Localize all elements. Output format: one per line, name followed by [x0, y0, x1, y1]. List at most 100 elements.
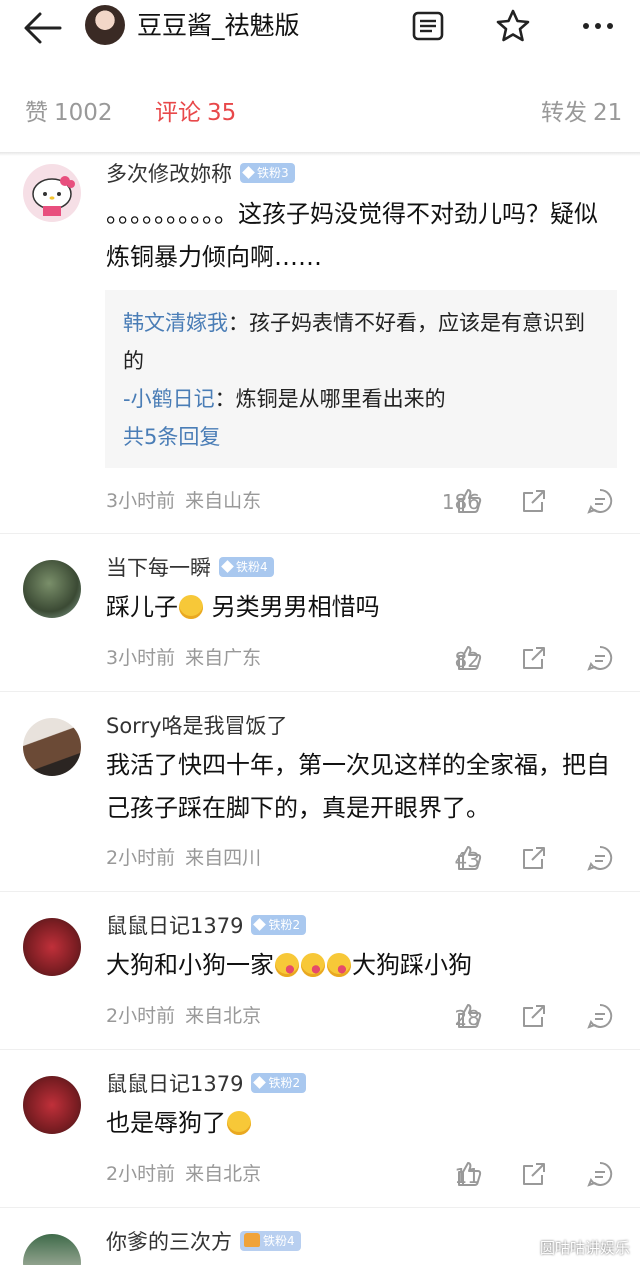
share-icon[interactable] [520, 487, 548, 515]
text-segment: 另类男男相惜吗 [204, 593, 380, 621]
thumbs-up-icon[interactable] [455, 487, 483, 515]
back-arrow-icon[interactable] [20, 8, 64, 48]
share-icon[interactable] [520, 1002, 548, 1030]
badge-label: 铁粉4 [263, 1234, 295, 1248]
text-segment: 大狗踩小狗 [352, 951, 472, 979]
reply-icon[interactable] [586, 1002, 614, 1030]
comment-author[interactable]: 你爹的三次方 铁粉4 [106, 1228, 301, 1256]
avatar[interactable] [23, 560, 81, 618]
reply-icon[interactable] [586, 844, 614, 872]
comment-meta: 2小时前 来自北京 [106, 1161, 261, 1187]
crying-laughing-emoji-icon [227, 1111, 251, 1135]
location: 来自山东 [185, 490, 262, 512]
comment-author[interactable]: Sorry咯是我冒饭了 [106, 712, 288, 740]
reply-item: -小鹤日记：炼铜是从哪里看出来的 [123, 380, 599, 418]
share-icon[interactable] [520, 644, 548, 672]
fan-badge: 铁粉3 [240, 163, 295, 183]
star-icon[interactable] [493, 6, 533, 46]
fan-badge: 铁粉4 [240, 1231, 301, 1251]
more-replies-link[interactable]: 共5条回复 [123, 418, 599, 456]
reply-author[interactable]: 韩文清嫁我 [123, 311, 228, 335]
tab-count: 35 [207, 100, 237, 126]
comment-author[interactable]: 鼠鼠日记1379 铁粉2 [106, 912, 307, 940]
reply-box[interactable]: 韩文清嫁我：孩子妈表情不好看，应该是有意识到的 -小鹤日记：炼铜是从哪里看出来的… [105, 290, 617, 468]
more-icon[interactable] [578, 6, 618, 46]
avatar[interactable] [23, 1076, 81, 1134]
comment-meta: 3小时前 来自山东 [106, 488, 261, 514]
comment-text: 我活了快四十年，第一次见这样的全家福，把自己孩子踩在脚下的，真是开眼界了。 [106, 751, 610, 822]
reply-text: ：炼铜是从哪里看出来的 [214, 387, 446, 411]
reply-icon[interactable] [586, 487, 614, 515]
reply-icon[interactable] [586, 644, 614, 672]
kiss-emoji-icon [327, 953, 351, 977]
thumbs-up-icon[interactable] [455, 1002, 483, 1030]
kiss-emoji-icon [275, 953, 299, 977]
avatar[interactable] [85, 5, 125, 45]
diamond-icon [242, 166, 255, 179]
tab-label: 转发 [541, 100, 587, 126]
share-icon[interactable] [520, 1160, 548, 1188]
comment-item: Sorry咯是我冒饭了 我活了快四十年，第一次见这样的全家福，把自己孩子踩在脚下… [0, 692, 640, 892]
laughing-emoji-icon [179, 595, 203, 619]
tab-label: 赞 [25, 100, 48, 126]
author-name: 你爹的三次方 [106, 1230, 232, 1254]
reply-item: 韩文清嫁我：孩子妈表情不好看，应该是有意识到的 [123, 304, 599, 380]
location: 来自广东 [185, 647, 262, 669]
comment-meta: 2小时前 来自北京 [106, 1003, 261, 1029]
tab-label: 评论 [155, 100, 201, 126]
thumbs-up-icon[interactable] [455, 844, 483, 872]
location: 来自北京 [185, 1005, 262, 1027]
location: 来自四川 [185, 847, 262, 869]
diamond-icon [253, 918, 267, 931]
badge-label: 铁粉2 [268, 1076, 301, 1090]
comment-author[interactable]: 多次修改妳称 铁粉3 [106, 160, 295, 188]
notes-icon[interactable] [408, 6, 448, 46]
comment-text: 。。。。。。。。。。这孩子妈没觉得不对劲儿吗？疑似炼铜暴力倾向啊…… [106, 200, 598, 271]
watermark: 圆咕咕讲娱乐 [539, 1239, 630, 1257]
page-title: 豆豆酱_祛魅版 [137, 11, 300, 40]
tab-reposts[interactable]: 转发 21 [541, 88, 622, 138]
text-segment: 也是辱狗了 [106, 1109, 226, 1137]
text-segment: 踩儿子 [106, 593, 178, 621]
author-name: Sorry咯是我冒饭了 [106, 714, 288, 738]
fan-badge: 铁粉2 [251, 915, 307, 935]
comment-item: 当下每一瞬 铁粉4 踩儿子 另类男男相惜吗 3小时前 来自广东 82 [0, 534, 640, 692]
tab-count: 1002 [54, 100, 113, 126]
reply-icon[interactable] [586, 1160, 614, 1188]
avatar[interactable] [23, 164, 81, 222]
timestamp: 3小时前 [106, 490, 176, 512]
timestamp: 2小时前 [106, 847, 176, 869]
fan-badge: 铁粉2 [251, 1073, 307, 1093]
comment-author[interactable]: 当下每一瞬 铁粉4 [106, 554, 274, 582]
thumbs-up-icon[interactable] [455, 1160, 483, 1188]
timestamp: 2小时前 [106, 1163, 176, 1185]
comment-meta: 3小时前 来自广东 [106, 645, 261, 671]
tab-likes[interactable]: 赞 1002 [25, 88, 113, 138]
comment-item: 多次修改妳称 铁粉3 。。。。。。。。。。这孩子妈没觉得不对劲儿吗？疑似炼铜暴力倾… [0, 156, 640, 534]
badge-label: 铁粉2 [268, 918, 301, 932]
diamond-icon [253, 1076, 267, 1089]
comment-item: 鼠鼠日记1379 铁粉2 大狗和小狗一家 大狗踩小狗 2小时前 来自北京 28 [0, 892, 640, 1050]
avatar[interactable] [23, 1234, 81, 1265]
timestamp: 2小时前 [106, 1005, 176, 1027]
avatar[interactable] [23, 718, 81, 776]
comment-text: 踩儿子 另类男男相惜吗 [106, 586, 616, 629]
comment-meta: 2小时前 来自四川 [106, 845, 261, 871]
author-name: 多次修改妳称 [106, 162, 232, 186]
author-name: 鼠鼠日记1379 [106, 914, 244, 938]
comment-author[interactable]: 鼠鼠日记1379 铁粉2 [106, 1070, 307, 1098]
comment-item: 鼠鼠日记1379 铁粉2 也是辱狗了 2小时前 来自北京 11 [0, 1050, 640, 1208]
fan-badge: 铁粉4 [219, 557, 274, 577]
location: 来自北京 [185, 1163, 262, 1185]
tab-comments[interactable]: 评论 35 [155, 88, 236, 138]
comment-text: 也是辱狗了 [106, 1102, 616, 1145]
reply-author[interactable]: -小鹤日记 [123, 387, 215, 411]
comment-text: 大狗和小狗一家 大狗踩小狗 [106, 944, 616, 987]
tab-bar: 赞 1002 评论 35 转发 21 [0, 88, 640, 138]
thumbs-up-icon[interactable] [455, 644, 483, 672]
timestamp: 3小时前 [106, 647, 176, 669]
crown-icon [244, 1233, 260, 1247]
avatar[interactable] [23, 918, 81, 976]
share-icon[interactable] [520, 844, 548, 872]
diamond-icon [221, 560, 234, 573]
